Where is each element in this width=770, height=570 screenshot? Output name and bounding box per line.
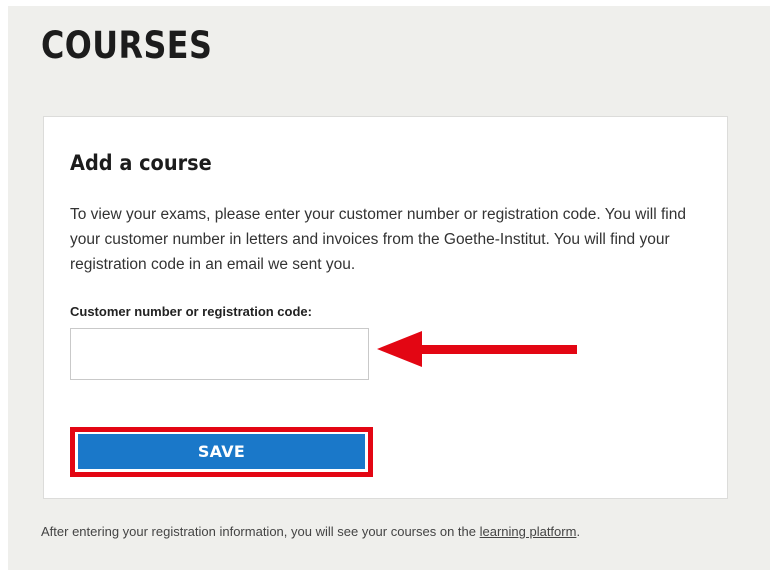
save-button[interactable]: SAVE: [78, 434, 365, 469]
footer-text-end: .: [576, 524, 581, 539]
footer-note: After entering your registration informa…: [41, 524, 580, 539]
add-course-card: Add a course To view your exams, please …: [43, 116, 728, 499]
page-background: COURSES Add a course To view your exams,…: [8, 6, 770, 570]
card-title: Add a course: [70, 151, 212, 175]
red-arrow-annotation: [377, 331, 577, 367]
customer-number-input[interactable]: [70, 328, 369, 380]
card-description: To view your exams, please enter your cu…: [70, 206, 686, 273]
learning-platform-link[interactable]: learning platform: [480, 524, 577, 539]
footer-text: After entering your registration informa…: [41, 524, 480, 539]
customer-number-label: Customer number or registration code:: [70, 304, 312, 319]
page-title: COURSES: [41, 24, 213, 67]
